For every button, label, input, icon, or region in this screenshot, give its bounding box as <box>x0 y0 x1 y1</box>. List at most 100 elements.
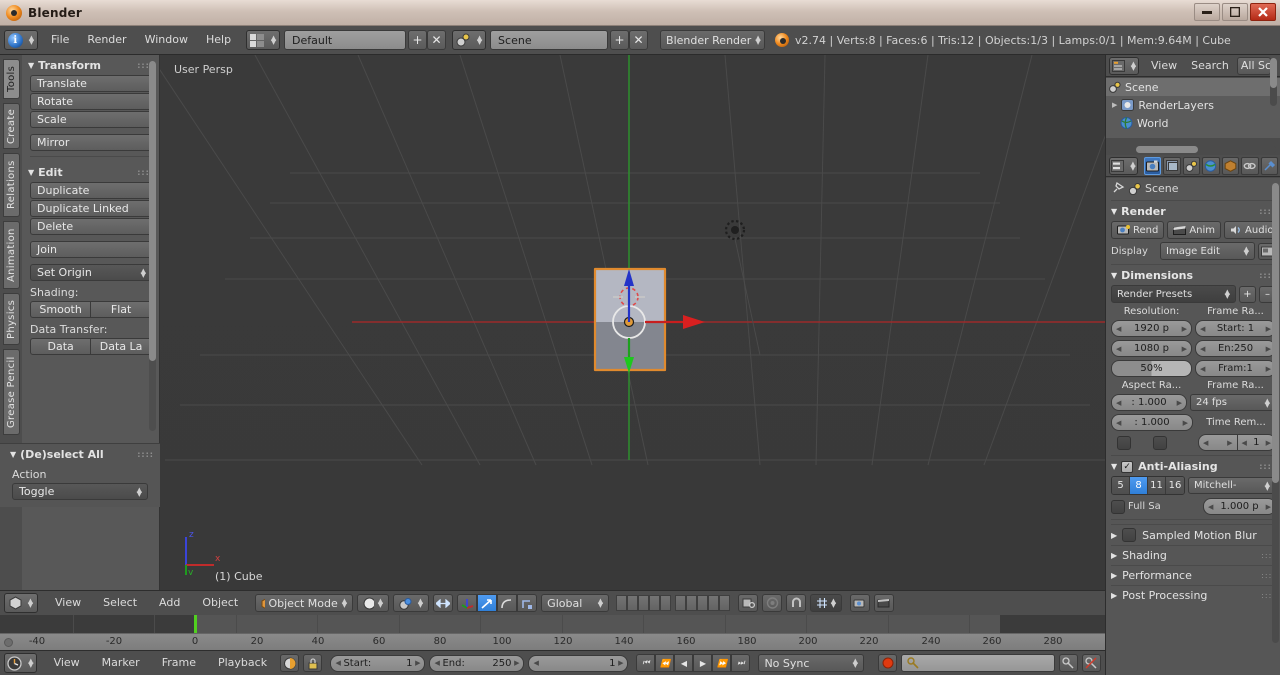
outliner-editor-type-selector[interactable]: ▲ ▼ <box>1109 56 1139 75</box>
next-keyframe-icon[interactable]: ⏩ <box>712 654 732 672</box>
keying-set-field[interactable] <box>901 654 1055 672</box>
transform-orientation-selector[interactable]: Global ▲ ▼ <box>541 594 610 612</box>
pin-icon[interactable] <box>1111 181 1125 195</box>
list-item[interactable]: ▶ RenderLayers <box>1106 96 1280 114</box>
timeline-menu-playback[interactable]: Playback <box>209 651 276 675</box>
time-remap-new-field[interactable]: ◀ 1 ▶ <box>1237 434 1276 451</box>
scrollbar-thumb[interactable] <box>1272 183 1279 483</box>
properties-editor[interactable]: ▲ ▼ Scene ▼ Render:::: Rend Anim Audio … <box>1106 155 1280 675</box>
scrollbar-thumb[interactable] <box>1270 58 1277 88</box>
menu-render[interactable]: Render <box>78 28 135 52</box>
timeline-scroll-knob[interactable] <box>4 638 13 647</box>
translate-button[interactable]: Translate <box>30 75 152 92</box>
aa-samples-selector[interactable]: 5 8 11 16 <box>1111 476 1185 495</box>
render-animation-button[interactable]: Anim <box>1167 221 1222 239</box>
delete-button[interactable]: Delete <box>30 218 152 235</box>
sidebar-item-create[interactable]: Create <box>3 103 20 149</box>
info-editor-type-selector[interactable]: i ▲ ▼ <box>4 30 38 50</box>
layer-cell[interactable] <box>686 595 698 611</box>
aa-filter-selector[interactable]: Mitchell- ▲ ▼ <box>1188 477 1276 494</box>
add-preset-button[interactable]: + <box>1239 285 1256 303</box>
duplicate-linked-button[interactable]: Duplicate Linked <box>30 200 152 217</box>
viewport-menu-select[interactable]: Select <box>94 591 146 615</box>
timeline-editor-type-selector[interactable]: ▲ ▼ <box>4 653 37 673</box>
section-header-performance[interactable]: ▶ Performance :::: <box>1111 565 1276 585</box>
outliner-display-mode[interactable]: All Sc <box>1236 56 1271 75</box>
frame-start-field[interactable]: ◀ Start: 1 ▶ <box>330 654 426 672</box>
render-engine-selector[interactable]: Blender Render ▲ ▼ <box>660 30 766 50</box>
maximize-button[interactable] <box>1222 3 1248 21</box>
scrollbar-thumb[interactable] <box>1136 146 1198 153</box>
resolution-y-field[interactable]: ◀ 1080 p ▶ <box>1111 340 1192 357</box>
timeline-ruler[interactable]: -40 -20 0 20 40 60 80 100 120 140 160 18… <box>0 633 1105 650</box>
join-button[interactable]: Join <box>30 241 152 258</box>
close-button[interactable] <box>1250 3 1276 21</box>
menu-help[interactable]: Help <box>197 28 240 52</box>
lock-icon[interactable] <box>303 654 323 672</box>
layer-cell[interactable] <box>660 595 672 611</box>
play-icon[interactable]: ▶ <box>693 654 713 672</box>
scene-layers-grid[interactable] <box>616 595 672 611</box>
interaction-mode-selector[interactable]: Object Mode ▲ ▼ <box>255 594 354 612</box>
sidebar-item-tools[interactable]: Tools <box>3 59 20 99</box>
outliner-menu-view[interactable]: View <box>1145 57 1183 75</box>
menu-file[interactable]: File <box>42 28 78 52</box>
viewport-menu-add[interactable]: Add <box>150 591 189 615</box>
outliner-hscrollbar[interactable] <box>1108 146 1276 153</box>
outliner-scrollbar[interactable] <box>1270 58 1277 106</box>
section-header-post-processing[interactable]: ▶ Post Processing :::: <box>1111 585 1276 605</box>
list-item[interactable]: World <box>1106 114 1280 132</box>
record-icon[interactable] <box>878 654 898 672</box>
key-add-icon[interactable] <box>1058 654 1078 672</box>
data-button[interactable]: Data <box>30 338 92 355</box>
panel-header-deselect-all[interactable]: ▼ (De)select All :::: <box>0 444 160 464</box>
sidebar-item-animation[interactable]: Animation <box>3 221 20 289</box>
snap-element-selector[interactable]: ▲ ▼ <box>810 594 843 612</box>
aspect-x-field[interactable]: ◀: 1.000 ▶ <box>1111 394 1187 411</box>
timeline-menu-view[interactable]: View <box>45 651 89 675</box>
list-item[interactable]: Scene <box>1106 78 1280 96</box>
timeline-track[interactable] <box>0 615 1105 633</box>
delete-scene-button[interactable]: ✕ <box>629 30 649 50</box>
constraints-tab[interactable] <box>1241 156 1259 175</box>
sync-mode-selector[interactable]: No Sync ▲ ▼ <box>758 654 865 672</box>
scene-selector[interactable]: ▲ ▼ <box>452 30 487 50</box>
lock-camera-icon[interactable] <box>738 594 759 612</box>
layer-cell[interactable] <box>697 595 709 611</box>
scale-button[interactable]: Scale <box>30 111 152 128</box>
section-header-antialiasing[interactable]: ▼ ✓ Anti-Aliasing :::: <box>1111 460 1276 473</box>
filter-size-field[interactable]: ◀ 1.000 p ▶ <box>1203 498 1276 515</box>
properties-scrollbar[interactable] <box>1272 183 1279 643</box>
screen-layout-selector[interactable]: ▲ ▼ <box>246 30 281 50</box>
outliner-menu-search[interactable]: Search <box>1185 57 1235 75</box>
jump-to-start-icon[interactable]: ⏮ <box>636 654 656 672</box>
minimize-button[interactable] <box>1194 3 1220 21</box>
frame-start-field[interactable]: ◀ Start: 1 ▶ <box>1195 320 1276 337</box>
display-mode-selector[interactable]: Image Edit ▲ ▼ <box>1160 242 1255 260</box>
aa-sample-16[interactable]: 16 <box>1166 477 1184 494</box>
action-dropdown[interactable]: Toggle ▲ ▼ <box>12 483 148 500</box>
section-header-shading[interactable]: ▶ Shading :::: <box>1111 545 1276 565</box>
screen-layout-name[interactable]: Default <box>284 30 407 50</box>
render-tab[interactable] <box>1144 156 1162 175</box>
outliner-editor[interactable]: ▲ ▼ View Search All Sc Scene ▶ RenderLaye… <box>1106 55 1280 155</box>
proportional-edit-icon[interactable] <box>762 594 783 612</box>
layer-cell[interactable] <box>627 595 639 611</box>
rotate-manipulator-icon[interactable] <box>497 594 518 612</box>
aa-sample-8[interactable]: 8 <box>1130 477 1148 494</box>
render-opengl-image-icon[interactable] <box>850 594 871 612</box>
delete-screen-layout-button[interactable]: ✕ <box>427 30 447 50</box>
render-opengl-animation-icon[interactable] <box>874 594 895 612</box>
crop-toggle[interactable] <box>1153 435 1167 450</box>
timeline-editor[interactable]: -40 -20 0 20 40 60 80 100 120 140 160 18… <box>0 615 1105 650</box>
data-layout-button[interactable]: Data La <box>91 338 152 355</box>
viewport-menu-view[interactable]: View <box>46 591 90 615</box>
aa-sample-11[interactable]: 11 <box>1148 477 1166 494</box>
translate-manipulator-icon[interactable] <box>477 594 498 612</box>
sidebar-item-relations[interactable]: Relations <box>3 153 20 217</box>
tool-shelf-scrollbar[interactable] <box>149 61 156 431</box>
expand-triangle-icon[interactable]: ▶ <box>1112 101 1117 109</box>
scale-manipulator-icon[interactable] <box>517 594 538 612</box>
resolution-percentage-slider[interactable]: 50% <box>1111 360 1192 377</box>
section-header-dimensions[interactable]: ▼ Dimensions :::: <box>1111 269 1276 282</box>
